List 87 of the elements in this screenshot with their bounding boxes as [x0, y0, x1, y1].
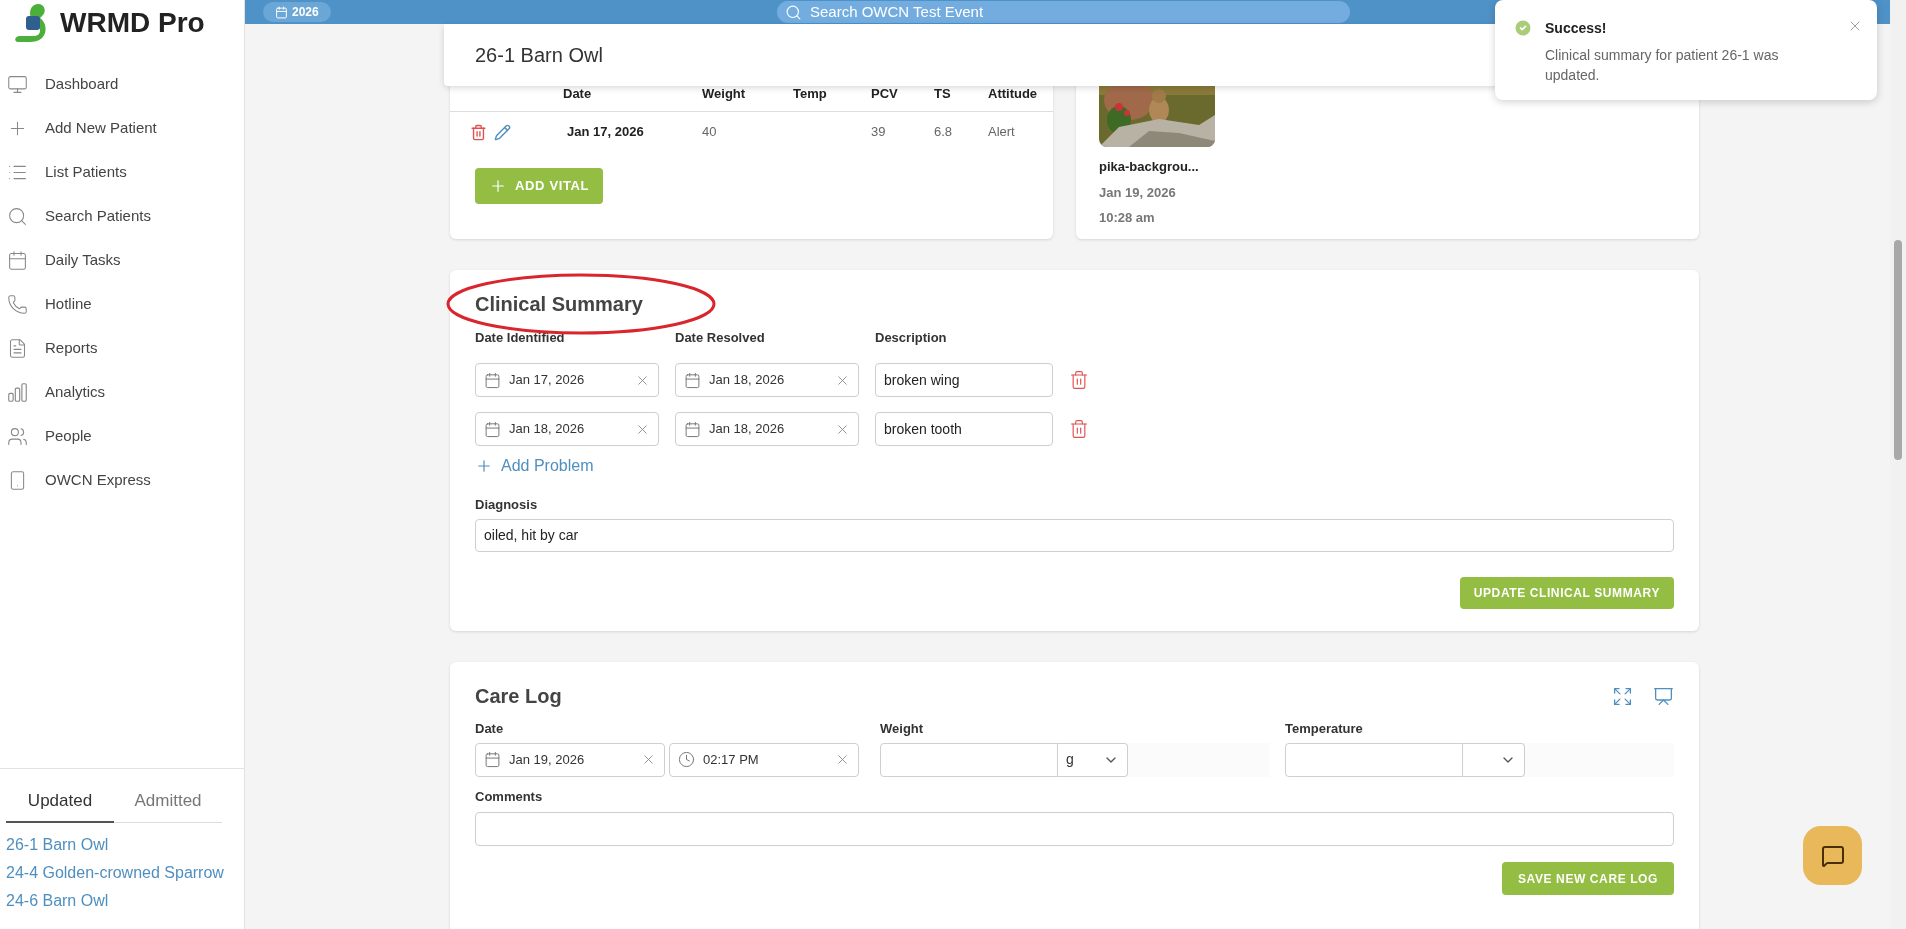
- unit-select[interactable]: g: [1058, 742, 1128, 777]
- table-cell-text: 6.8: [934, 123, 954, 142]
- table-cell-text: Alert: [988, 123, 1016, 142]
- calendar-icon: [484, 420, 501, 438]
- phone-icon: [7, 293, 28, 315]
- comments-field[interactable]: [475, 812, 1674, 846]
- worm-logo-icon: [12, 2, 48, 44]
- clear-icon[interactable]: [641, 752, 656, 767]
- column-header: TS: [934, 84, 952, 103]
- toast-title: Success!: [1545, 19, 1608, 38]
- time-field[interactable]: 02:17 PM: [669, 742, 859, 777]
- plus-icon: [489, 177, 507, 195]
- diagnosis-field[interactable]: oiled, hit by car: [475, 518, 1674, 552]
- photo-date: Jan 19, 2026: [1099, 183, 1177, 202]
- nav-item[interactable]: Analytics: [0, 370, 244, 414]
- photo-time: 10:28 am: [1099, 209, 1156, 227]
- people-icon: [7, 425, 28, 447]
- column-label: Date Identified: [475, 329, 566, 348]
- field-label: Diagnosis: [475, 496, 539, 514]
- calendar-icon: [684, 420, 701, 438]
- calendar-icon: [484, 751, 501, 768]
- table-cell-text: Jan 17, 2026: [566, 123, 645, 142]
- description-field[interactable]: broken tooth: [875, 412, 1053, 446]
- field-label: Comments: [475, 787, 544, 806]
- clock-icon: [678, 751, 695, 768]
- table-cell-text: 39: [871, 123, 887, 142]
- calendar-icon: [7, 249, 28, 271]
- column-header: Date: [563, 84, 593, 103]
- date-field[interactable]: Jan 17, 2026: [475, 363, 659, 397]
- edit-icon[interactable]: [494, 123, 511, 141]
- tab[interactable]: Admitted: [114, 781, 222, 823]
- check-circle-icon: [1513, 18, 1533, 38]
- nav-item[interactable]: Hotline: [0, 282, 244, 326]
- nav-item[interactable]: Reports: [0, 326, 244, 370]
- date-field[interactable]: Jan 18, 2026: [675, 363, 859, 397]
- column-label: Date Resolved: [675, 329, 766, 348]
- chat-icon: [1820, 843, 1845, 868]
- description-field[interactable]: broken wing: [875, 363, 1053, 397]
- temperature-field[interactable]: [1285, 742, 1463, 777]
- patient-link[interactable]: 26-1 Barn Owl: [6, 831, 238, 859]
- plus-icon: [475, 457, 493, 475]
- add-problem-link[interactable]: Add Problem: [475, 452, 594, 480]
- app-name: WRMD Pro: [60, 6, 205, 40]
- document-icon: [7, 337, 28, 359]
- patient-link[interactable]: 24-6 Barn Owl: [6, 887, 238, 915]
- search-icon: [7, 205, 28, 227]
- column-label: Description: [875, 329, 947, 348]
- bar-chart-icon: [7, 381, 28, 403]
- column-header: Attitude: [988, 84, 1039, 103]
- card-title: Clinical Summary: [475, 292, 643, 317]
- nav-item[interactable]: People: [0, 414, 244, 458]
- date-field[interactable]: Jan 18, 2026: [475, 412, 659, 446]
- photo-name: pika-backgrou...: [1099, 158, 1200, 176]
- column-header: Temp: [793, 84, 828, 103]
- card-title: Care Log: [475, 684, 562, 709]
- delete-icon[interactable]: [1069, 419, 1089, 439]
- expand-icon[interactable]: [1612, 685, 1633, 707]
- delete-icon[interactable]: [470, 123, 487, 141]
- weight-field[interactable]: [880, 742, 1058, 777]
- unit-select[interactable]: [1463, 742, 1525, 777]
- nav-item[interactable]: List Patients: [0, 150, 244, 194]
- nav-item[interactable]: Add New Patient: [0, 106, 244, 150]
- column-header: PCV: [871, 84, 899, 103]
- field-label: Weight: [880, 720, 925, 738]
- tab[interactable]: Updated: [6, 781, 114, 823]
- date-field[interactable]: Jan 18, 2026: [675, 412, 859, 446]
- clear-icon[interactable]: [835, 752, 850, 767]
- nav-item[interactable]: Daily Tasks: [0, 238, 244, 282]
- monitor-icon: [7, 73, 28, 95]
- calendar-icon: [484, 371, 501, 389]
- field-label: Date: [475, 720, 505, 738]
- chart-board-icon[interactable]: [1653, 685, 1674, 707]
- search-icon: [785, 3, 802, 21]
- delete-icon[interactable]: [1069, 370, 1089, 390]
- nav-item[interactable]: Dashboard: [0, 62, 244, 106]
- toast-message: Clinical summary for patient 26-1 was updated.: [1545, 46, 1780, 85]
- chat-button[interactable]: [1803, 826, 1862, 885]
- nav-item[interactable]: OWCN Express: [0, 458, 244, 502]
- column-header: Weight: [702, 84, 747, 103]
- calendar-icon: [684, 371, 701, 389]
- table-cell-text: 40: [702, 123, 718, 142]
- calendar-icon: [275, 5, 288, 19]
- patient-title: 26-1 Barn Owl: [475, 43, 603, 68]
- patient-link[interactable]: 24-4 Golden-crowned Sparrow: [6, 859, 238, 887]
- field-label: Temperature: [1285, 720, 1364, 738]
- nav-item[interactable]: Search Patients: [0, 194, 244, 238]
- date-field[interactable]: Jan 19, 2026: [475, 742, 665, 777]
